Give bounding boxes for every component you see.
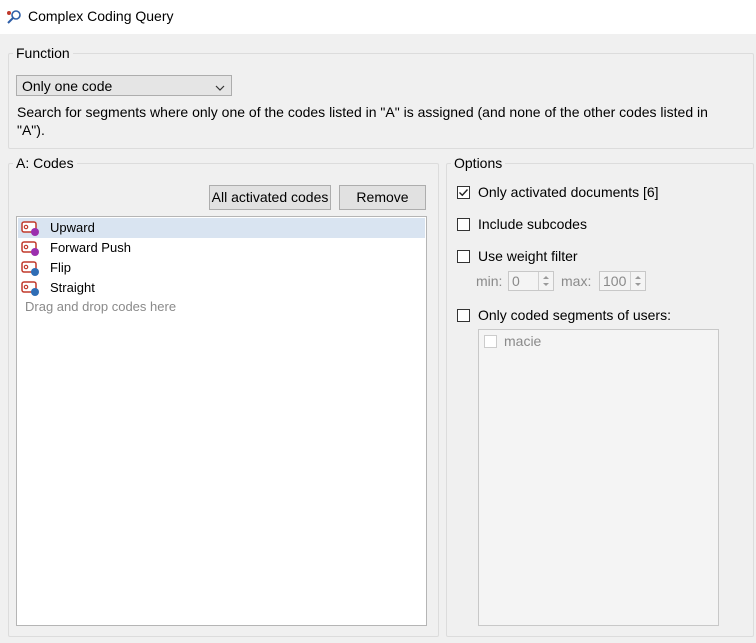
function-select-value: Only one code	[22, 78, 113, 94]
code-tag-icon	[21, 280, 41, 297]
code-item-straight[interactable]: Straight	[18, 278, 425, 298]
code-tag-icon	[21, 220, 41, 237]
title-bar: Complex Coding Query	[0, 0, 756, 34]
function-description: Search for segments where only one of th…	[17, 104, 708, 138]
code-item-forward-push[interactable]: Forward Push	[18, 238, 425, 258]
use-weight-filter-label: Use weight filter	[478, 248, 578, 264]
window-title: Complex Coding Query	[28, 8, 174, 24]
chevron-down-icon	[215, 80, 225, 91]
code-tag-icon	[21, 240, 41, 257]
weight-min-spinner[interactable]: 0	[508, 271, 554, 291]
code-item-label: Forward Push	[50, 240, 131, 255]
code-item-upward[interactable]: Upward	[18, 218, 425, 238]
users-list: macie	[478, 329, 719, 626]
only-activated-docs-label: Only activated documents [6]	[478, 184, 659, 200]
code-item-label: Flip	[50, 260, 71, 275]
code-item-label: Straight	[50, 280, 95, 295]
drop-hint: Drag and drop codes here	[25, 299, 177, 314]
codes-legend: A: Codes	[16, 155, 74, 171]
user-label: macie	[504, 333, 542, 349]
weight-min-label: min:	[476, 273, 503, 289]
all-activated-codes-button[interactable]: All activated codes	[209, 185, 331, 210]
options-legend: Options	[454, 155, 503, 171]
use-weight-filter-checkbox[interactable]	[457, 250, 470, 263]
function-select[interactable]: Only one code	[16, 75, 232, 96]
remove-button[interactable]: Remove	[339, 185, 426, 210]
spinner-arrows-icon	[538, 272, 553, 290]
include-subcodes-checkbox[interactable]	[457, 218, 470, 231]
user-checkbox-macie[interactable]	[484, 335, 497, 348]
codes-list[interactable]: Upward Forward Push Flip Straight Drag a…	[16, 216, 427, 626]
code-item-label: Upward	[50, 220, 95, 235]
weight-max-value: 100	[603, 273, 627, 289]
weight-max-spinner[interactable]: 100	[599, 271, 646, 291]
code-tag-icon	[21, 260, 41, 277]
weight-max-label: max:	[561, 273, 592, 289]
code-item-flip[interactable]: Flip	[18, 258, 425, 278]
query-icon	[5, 8, 23, 26]
weight-min-value: 0	[512, 273, 520, 289]
spinner-arrows-icon	[630, 272, 645, 290]
only-coded-users-label: Only coded segments of users:	[478, 307, 671, 323]
only-coded-users-checkbox[interactable]	[457, 309, 470, 322]
function-legend: Function	[16, 45, 70, 61]
only-activated-docs-checkbox[interactable]	[457, 186, 470, 199]
include-subcodes-label: Include subcodes	[478, 216, 587, 232]
